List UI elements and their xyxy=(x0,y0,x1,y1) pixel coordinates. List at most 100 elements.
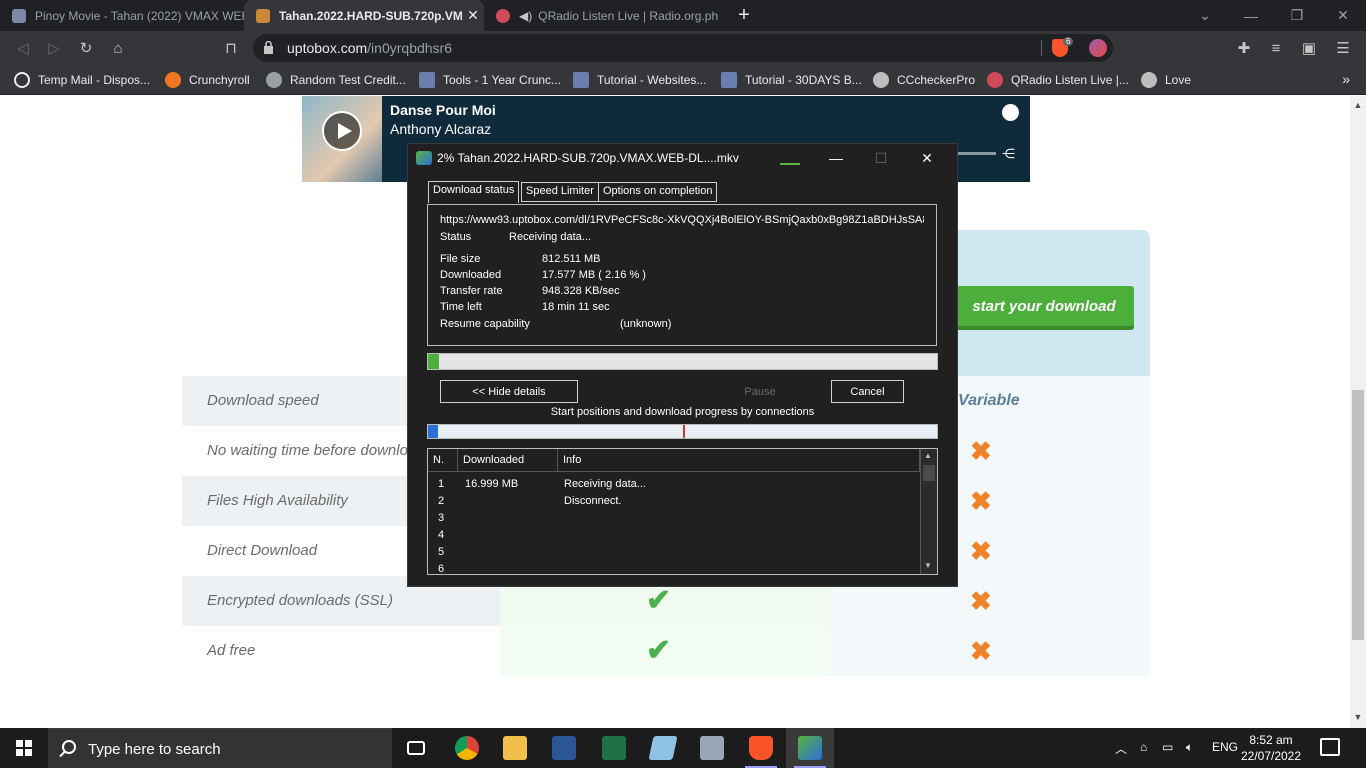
scroll-up-icon[interactable]: ▲ xyxy=(1353,100,1363,110)
bookmark-tutorial-30days[interactable]: Tutorial - 30DAYS B... xyxy=(721,70,862,90)
feature-label: Ad free xyxy=(207,642,256,659)
chrome-icon[interactable] xyxy=(443,728,491,768)
start-download-button[interactable]: start your download xyxy=(954,286,1134,326)
word-icon[interactable] xyxy=(540,728,588,768)
system-clock[interactable]: 8:52 am 22/07/2022 xyxy=(1236,732,1306,764)
tab-pinoy-movie[interactable]: Pinoy Movie - Tahan (2022) VMAX WEB xyxy=(0,0,244,31)
tab-title: Pinoy Movie - Tahan (2022) VMAX WEB xyxy=(35,8,244,23)
close-window-button[interactable]: ✕ xyxy=(1320,0,1366,31)
check-icon: ✔ xyxy=(646,634,672,667)
play-icon[interactable] xyxy=(322,111,362,151)
tab-options-on-completion[interactable]: Options on completion xyxy=(598,182,718,202)
feature-label: Encrypted downloads (SSL) xyxy=(207,592,393,609)
extensions-icon[interactable]: ✚ xyxy=(1233,37,1255,59)
dialog-close-button[interactable]: ✕ xyxy=(905,147,949,169)
dialog-title: 2% Tahan.2022.HARD-SUB.720p.VMAX.WEB-DL.… xyxy=(437,151,739,165)
connections-table[interactable]: N. Downloaded Info 1 16.999 MB Receiving… xyxy=(427,448,938,575)
shield-site-icon xyxy=(419,72,435,88)
hide-details-button[interactable]: << Hide details xyxy=(440,380,578,403)
excel-icon[interactable] xyxy=(590,728,638,768)
windows-taskbar: Type here to search ︿ ⌂ ▭ 🔈︎ ENG 8:52 am… xyxy=(0,728,1366,768)
row-downloaded: 16.999 MB xyxy=(465,478,519,490)
feature-label: Direct Download xyxy=(207,542,318,559)
scroll-down-icon[interactable]: ▼ xyxy=(924,561,932,570)
back-icon[interactable]: ◁ xyxy=(11,36,35,60)
bookmark-qradio[interactable]: QRadio Listen Live |... xyxy=(987,70,1129,90)
bookmark-ccchecker[interactable]: CCcheckerPro xyxy=(873,70,975,90)
bookmark-temp-mail[interactable]: Temp Mail - Dispos... xyxy=(14,70,150,90)
dialog-minimize-button[interactable]: — xyxy=(814,147,858,169)
bookmark-icon[interactable]: ⊓ xyxy=(219,36,243,60)
menu-icon[interactable]: ☰ xyxy=(1332,37,1354,59)
start-button[interactable] xyxy=(0,728,48,768)
volume-icon[interactable]: 🔈︎ xyxy=(1186,740,1193,755)
status-value: Receiving data... xyxy=(509,231,591,243)
bookmark-tools[interactable]: Tools - 1 Year Crunc... xyxy=(419,70,561,90)
tab-search-icon[interactable]: ⌄ xyxy=(1182,0,1228,31)
forward-icon[interactable]: ▷ xyxy=(42,36,66,60)
file-explorer-icon[interactable] xyxy=(491,728,539,768)
cancel-button[interactable]: Cancel xyxy=(831,380,904,403)
idm-taskbar-icon[interactable] xyxy=(786,728,834,768)
network-icon[interactable]: ⌂ xyxy=(1140,740,1147,754)
row-number: 5 xyxy=(438,546,445,558)
tab-qradio[interactable]: ◀) QRadio Listen Live | Radio.org.ph xyxy=(484,0,724,31)
connection-2-start-marker xyxy=(683,425,685,438)
bookmarks-overflow-icon[interactable]: » xyxy=(1342,71,1350,87)
scroll-up-icon[interactable]: ▲ xyxy=(924,451,932,460)
new-tab-button[interactable]: + xyxy=(733,3,755,27)
time-left-value: 18 min 11 sec xyxy=(542,301,610,313)
notes-icon[interactable] xyxy=(639,728,687,768)
language-indicator[interactable]: ENG xyxy=(1212,740,1238,754)
downloaded-label: Downloaded xyxy=(440,269,502,281)
tab-speed-limiter[interactable]: Speed Limiter xyxy=(521,182,599,202)
bookmark-crunchyroll[interactable]: Crunchyroll xyxy=(165,70,250,90)
home-icon[interactable]: ⌂ xyxy=(106,36,130,60)
brave-browser-icon[interactable] xyxy=(737,728,785,768)
connection-1-progress xyxy=(428,425,438,438)
downloaded-value: 17.577 MB ( 2.16 % ) xyxy=(542,269,646,281)
shield-site-icon xyxy=(721,72,737,88)
check-icon: ✔ xyxy=(646,584,672,617)
row-number: 2 xyxy=(438,495,445,507)
taskbar-search-box[interactable]: Type here to search xyxy=(48,728,392,768)
dialog-title-bar[interactable]: 2% Tahan.2022.HARD-SUB.720p.VMAX.WEB-DL.… xyxy=(408,144,957,173)
reload-icon[interactable]: ↻ xyxy=(74,36,98,60)
bookmark-love[interactable]: Love xyxy=(1141,70,1191,90)
tab-close-icon[interactable]: ✕ xyxy=(462,7,484,24)
clock-time: 8:52 am xyxy=(1249,733,1293,747)
page-scrollbar[interactable]: ▲ ▼ xyxy=(1350,96,1366,728)
calculator-icon[interactable] xyxy=(688,728,736,768)
transfer-rate-value: 948.328 KB/sec xyxy=(542,285,620,297)
notifications-icon[interactable] xyxy=(1320,738,1340,756)
battery-icon[interactable]: ▭ xyxy=(1162,740,1173,754)
restore-button[interactable]: ❐ xyxy=(1274,0,1320,31)
tab-tahan-download[interactable]: Tahan.2022.HARD-SUB.720p.VMAX.WEB ✕ xyxy=(244,0,484,31)
spotify-icon[interactable] xyxy=(1002,104,1019,121)
minimize-button[interactable]: — xyxy=(1228,0,1274,31)
task-view-icon[interactable] xyxy=(392,728,440,768)
table-scroll-thumb[interactable] xyxy=(923,465,935,481)
address-bar[interactable]: uptobox.com/in0yrqbdhsr6 6 xyxy=(253,34,1113,62)
bookmark-random-test-credit[interactable]: Random Test Credit... xyxy=(266,70,406,90)
scroll-thumb[interactable] xyxy=(1352,390,1364,640)
scroll-down-icon[interactable]: ▼ xyxy=(1353,712,1363,722)
tab-download-status[interactable]: Download status xyxy=(428,181,520,203)
row-number: 1 xyxy=(438,478,445,490)
globe-icon xyxy=(873,72,889,88)
playlist-icon[interactable]: ≡ xyxy=(1265,37,1287,59)
show-hidden-icons-icon[interactable]: ︿ xyxy=(1115,740,1127,757)
bookmark-tutorial-websites[interactable]: Tutorial - Websites... xyxy=(573,70,706,90)
column-header-number[interactable]: N. xyxy=(428,449,458,472)
time-left-label: Time left xyxy=(440,301,482,313)
status-label: Status xyxy=(440,231,472,243)
column-header-downloaded[interactable]: Downloaded xyxy=(458,449,558,472)
brave-rewards-icon[interactable] xyxy=(1089,39,1107,57)
song-artist[interactable]: Anthony Alcaraz xyxy=(390,121,491,137)
pause-button[interactable]: Pause xyxy=(719,380,801,403)
table-scrollbar[interactable]: ▲ ▼ xyxy=(920,449,937,574)
column-header-info[interactable]: Info xyxy=(558,449,920,472)
resume-capability-label: Resume capability xyxy=(440,318,530,330)
wallet-icon[interactable]: ▣ xyxy=(1298,37,1320,59)
share-icon[interactable]: ⋲ xyxy=(1002,146,1015,162)
